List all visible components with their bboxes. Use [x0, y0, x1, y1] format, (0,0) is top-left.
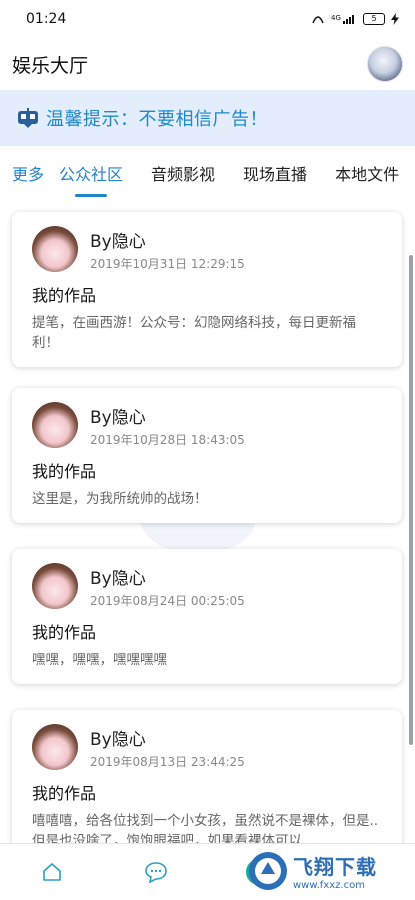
- status-icons: 4G 5: [311, 13, 399, 25]
- home-icon: [43, 863, 61, 881]
- post-title: 我的作品: [32, 623, 97, 642]
- post-body: 提笔，在画西游！公众号：幻隐网络科技，每日更新福利！: [32, 315, 356, 351]
- status-time: 01:24: [26, 11, 67, 27]
- nfc-icon: [312, 16, 324, 24]
- post-card[interactable]: By隐心 2019年10月31日 12:29:15 我的作品 提笔，在画西游！公…: [12, 212, 402, 367]
- post-author: By隐心: [90, 231, 146, 252]
- page-title: 娱乐大厅: [12, 54, 89, 77]
- post-date: 2019年08月24日 00:25:05: [90, 593, 245, 608]
- notice-banner: 温馨提示：不要相信广告！: [0, 90, 415, 146]
- chat-icon: [144, 862, 167, 883]
- robot-icon: [18, 108, 38, 128]
- post-card[interactable]: By隐心 2019年08月24日 00:25:05 我的作品 嘿嘿，嘿嘿，嘿嘿嘿…: [12, 549, 402, 684]
- svg-text:4G: 4G: [331, 14, 341, 22]
- post-header: By隐心 2019年10月31日 12:29:15: [32, 226, 382, 272]
- app-bar: 娱乐大厅: [0, 38, 415, 90]
- tab-more[interactable]: 更多: [12, 161, 44, 185]
- post-body: 嘿嘿，嘿嘿，嘿嘿嘿嘿: [32, 652, 167, 668]
- battery-icon: 5: [363, 13, 385, 25]
- post-author: By隐心: [90, 568, 146, 589]
- scrollbar[interactable]: [409, 255, 413, 745]
- post-body: 这里是，为我所统帅的战场！: [32, 491, 208, 507]
- nav-chat-button[interactable]: [136, 852, 176, 892]
- post-title: 我的作品: [32, 784, 97, 803]
- signal-icon: 4G: [331, 14, 354, 24]
- site-watermark: 飞翔下载 www.fxxz.com: [247, 846, 407, 896]
- watermark-title: 飞翔下载: [293, 855, 377, 879]
- post-author: By隐心: [90, 407, 146, 428]
- watermark-logo-icon: [249, 852, 287, 890]
- post-header: By隐心 2019年08月13日 23:44:25: [32, 724, 382, 770]
- tab-live[interactable]: 现场直播: [243, 161, 307, 185]
- status-bar: 01:24 4G 5: [0, 0, 415, 38]
- post-author: By隐心: [90, 729, 146, 750]
- nav-home-button[interactable]: [32, 852, 72, 892]
- post-feed[interactable]: By隐心 2019年10月31日 12:29:15 我的作品 提笔，在画西游！公…: [0, 200, 415, 843]
- charging-icon: [391, 13, 399, 25]
- post-date: 2019年10月31日 12:29:15: [90, 256, 245, 271]
- post-date: 2019年10月28日 18:43:05: [90, 432, 245, 447]
- author-avatar[interactable]: [32, 402, 78, 448]
- battery-level: 5: [371, 14, 377, 23]
- author-avatar[interactable]: [32, 563, 78, 609]
- post-title: 我的作品: [32, 462, 97, 481]
- tab-bar: 更多 公众社区 音频影视 现场直播 本地文件: [0, 146, 415, 200]
- tab-audio-video[interactable]: 音频影视: [151, 161, 215, 185]
- tab-community[interactable]: 公众社区: [59, 161, 123, 197]
- notice-text: 温馨提示：不要相信广告！: [46, 109, 268, 130]
- user-avatar[interactable]: [367, 46, 403, 82]
- post-card[interactable]: By隐心 2019年08月13日 23:44:25 我的作品 嘻嘻嘻，给各位找到…: [12, 710, 402, 843]
- watermark-url: www.fxxz.com: [293, 880, 365, 891]
- post-header: By隐心 2019年10月28日 18:43:05: [32, 402, 382, 448]
- tab-local-files[interactable]: 本地文件: [335, 161, 399, 185]
- post-card[interactable]: By隐心 2019年10月28日 18:43:05 我的作品 这里是，为我所统帅…: [12, 388, 402, 523]
- author-avatar[interactable]: [32, 226, 78, 272]
- post-date: 2019年08月13日 23:44:25: [90, 754, 245, 769]
- author-avatar[interactable]: [32, 724, 78, 770]
- post-header: By隐心 2019年08月24日 00:25:05: [32, 563, 382, 609]
- post-title: 我的作品: [32, 286, 97, 305]
- post-body: 嘻嘻嘻，给各位找到一个小女孩，虽然说不是裸体，但是..但是也没啥了，饱饱眼福吧，…: [32, 813, 379, 843]
